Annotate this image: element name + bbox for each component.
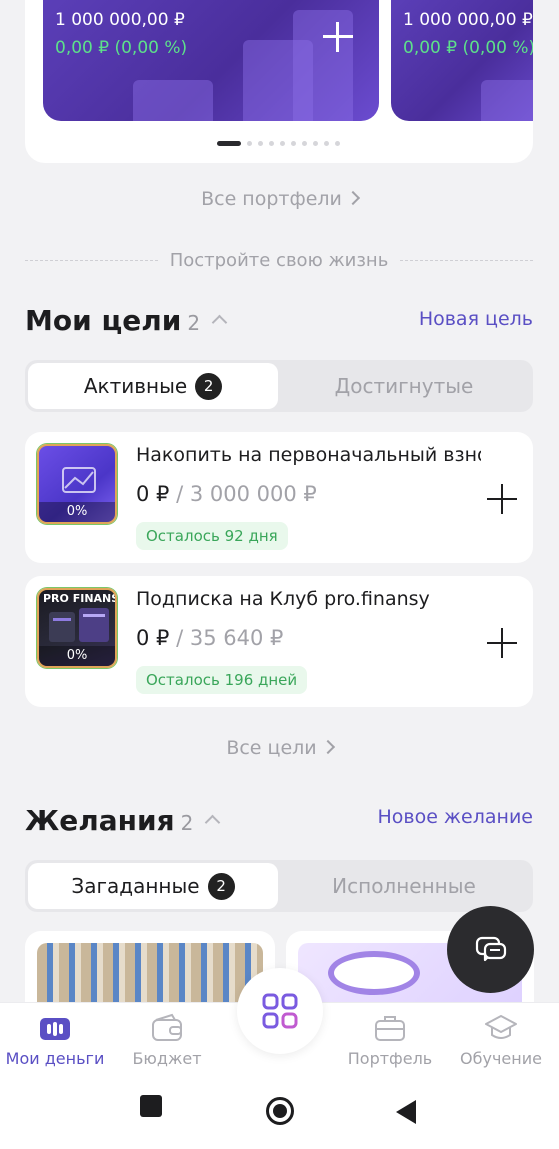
- pagination-dot: [313, 141, 318, 146]
- wish-image: [37, 943, 263, 1011]
- goal-title: Накопить на первоначальный взнос: [136, 444, 481, 466]
- goal-progress-percent: 0%: [39, 646, 115, 666]
- nav-label: Портфель: [347, 1049, 433, 1068]
- nav-item-portfolio[interactable]: Портфель: [335, 1013, 445, 1068]
- divider-text: Постройте свою жизнь: [169, 249, 389, 271]
- pagination-dot: [291, 141, 296, 146]
- portfolio-amount: 1 000 000,00 ₽: [403, 10, 533, 30]
- portfolio-change: 0,00 ₽ (0,00 %): [403, 38, 533, 58]
- services-menu-button[interactable]: [237, 968, 323, 1054]
- nav-label: Обучение: [460, 1049, 542, 1068]
- nav-item-learning[interactable]: Обучение: [446, 1013, 556, 1068]
- tab-achieved-goals[interactable]: Достигнутые: [278, 363, 530, 409]
- tab-active-goals[interactable]: Активные 2: [28, 363, 278, 409]
- graduation-cap-icon: [485, 1015, 517, 1039]
- goal-title: Подписка на Клуб pro.finansy: [136, 588, 430, 610]
- goal-amount: 0 ₽ / 35 640 ₽: [136, 626, 284, 650]
- section-divider: Постройте свою жизнь: [25, 248, 534, 272]
- goal-card[interactable]: PRO FINANSY 0% Подписка на Клуб pro.fina…: [25, 576, 533, 707]
- tab-wished[interactable]: Загаданные 2: [28, 863, 278, 909]
- all-goals-link[interactable]: Все цели: [0, 737, 559, 759]
- tab-fulfilled[interactable]: Исполненные: [278, 863, 530, 909]
- goal-current: 0 ₽: [136, 482, 170, 506]
- grid-icon: [262, 993, 298, 1029]
- goal-days-left: Осталось 196 дней: [136, 666, 308, 694]
- phone-screens-icon: [49, 608, 109, 642]
- chat-icon: [475, 936, 506, 961]
- goals-title: Мои цели: [25, 304, 182, 337]
- nav-item-my-money[interactable]: Мои деньги: [0, 1013, 110, 1068]
- goal-thumbnail: 0%: [37, 444, 117, 524]
- portfolio-carousel: 1 000 000,00 ₽ 0,00 ₽ (0,00 %) 1 000 000…: [25, 0, 533, 163]
- carousel-pagination: [217, 141, 340, 146]
- new-wish-button[interactable]: Новое желание: [377, 806, 533, 828]
- goal-amount: 0 ₽ / 3 000 000 ₽: [136, 482, 317, 506]
- home-button[interactable]: [266, 1097, 294, 1125]
- nav-label: Бюджет: [132, 1049, 202, 1068]
- new-goal-button[interactable]: Новая цель: [419, 308, 533, 330]
- count-badge: 2: [207, 872, 235, 900]
- all-goals-label: Все цели: [226, 737, 317, 759]
- budget-wallet-icon: [152, 1013, 182, 1041]
- wishes-title: Желания: [25, 804, 175, 837]
- goal-thumbnail: PRO FINANSY 0%: [37, 588, 117, 668]
- goal-target: 35 640 ₽: [189, 626, 284, 650]
- chevron-up-icon[interactable]: [211, 314, 228, 331]
- goal-progress-percent: 0%: [39, 502, 115, 522]
- all-portfolios-link[interactable]: Все портфели: [0, 188, 559, 210]
- portfolio-card[interactable]: 1 000 000,00 ₽ 0,00 ₽ (0,00 %): [391, 0, 533, 121]
- portfolio-amount: 1 000 000,00 ₽: [55, 10, 185, 30]
- pagination-dot: [335, 141, 340, 146]
- wishes-header[interactable]: Желания 2: [25, 804, 221, 837]
- goals-count: 2: [187, 311, 201, 335]
- add-to-goal-icon[interactable]: [487, 484, 517, 514]
- all-portfolios-label: Все портфели: [201, 188, 342, 210]
- wallet-money-icon: [40, 1018, 70, 1040]
- nav-item-budget[interactable]: Бюджет: [112, 1013, 222, 1068]
- add-to-goal-icon[interactable]: [487, 628, 517, 658]
- support-chat-button[interactable]: [447, 906, 534, 993]
- portfolio-change: 0,00 ₽ (0,00 %): [55, 38, 188, 58]
- goal-card[interactable]: 0% Накопить на первоначальный взнос 0 ₽ …: [25, 432, 533, 563]
- recent-apps-button[interactable]: [140, 1095, 162, 1117]
- pagination-dot: [302, 141, 307, 146]
- portfolio-card[interactable]: 1 000 000,00 ₽ 0,00 ₽ (0,00 %): [43, 0, 379, 121]
- chevron-up-icon[interactable]: [205, 814, 221, 831]
- pagination-dot: [258, 141, 263, 146]
- wishes-tabs: Загаданные 2 Исполненные: [25, 860, 533, 912]
- speech-bubble-icon: [328, 951, 420, 995]
- image-icon: [62, 467, 96, 493]
- chevron-right-icon: [320, 739, 335, 755]
- chevron-right-icon: [345, 190, 360, 206]
- pagination-dot: [324, 141, 329, 146]
- count-badge: 2: [195, 372, 223, 400]
- goals-header[interactable]: Мои цели 2: [25, 304, 228, 337]
- tab-label: Загаданные: [71, 874, 200, 898]
- goal-days-left: Осталось 92 дня: [136, 522, 288, 550]
- back-button[interactable]: [396, 1100, 416, 1124]
- pagination-dot: [280, 141, 285, 146]
- goal-current: 0 ₽: [136, 626, 170, 650]
- pagination-dot: [217, 141, 241, 146]
- tab-label: Активные: [83, 374, 188, 398]
- pagination-dot: [247, 141, 252, 146]
- briefcase-icon: [375, 1016, 405, 1041]
- pagination-dot: [269, 141, 274, 146]
- plus-icon[interactable]: [323, 22, 353, 52]
- wishes-count: 2: [180, 811, 194, 835]
- goal-target: 3 000 000 ₽: [189, 482, 317, 506]
- nav-label: Мои деньги: [5, 1049, 105, 1068]
- goals-tabs: Активные 2 Достигнутые: [25, 360, 533, 412]
